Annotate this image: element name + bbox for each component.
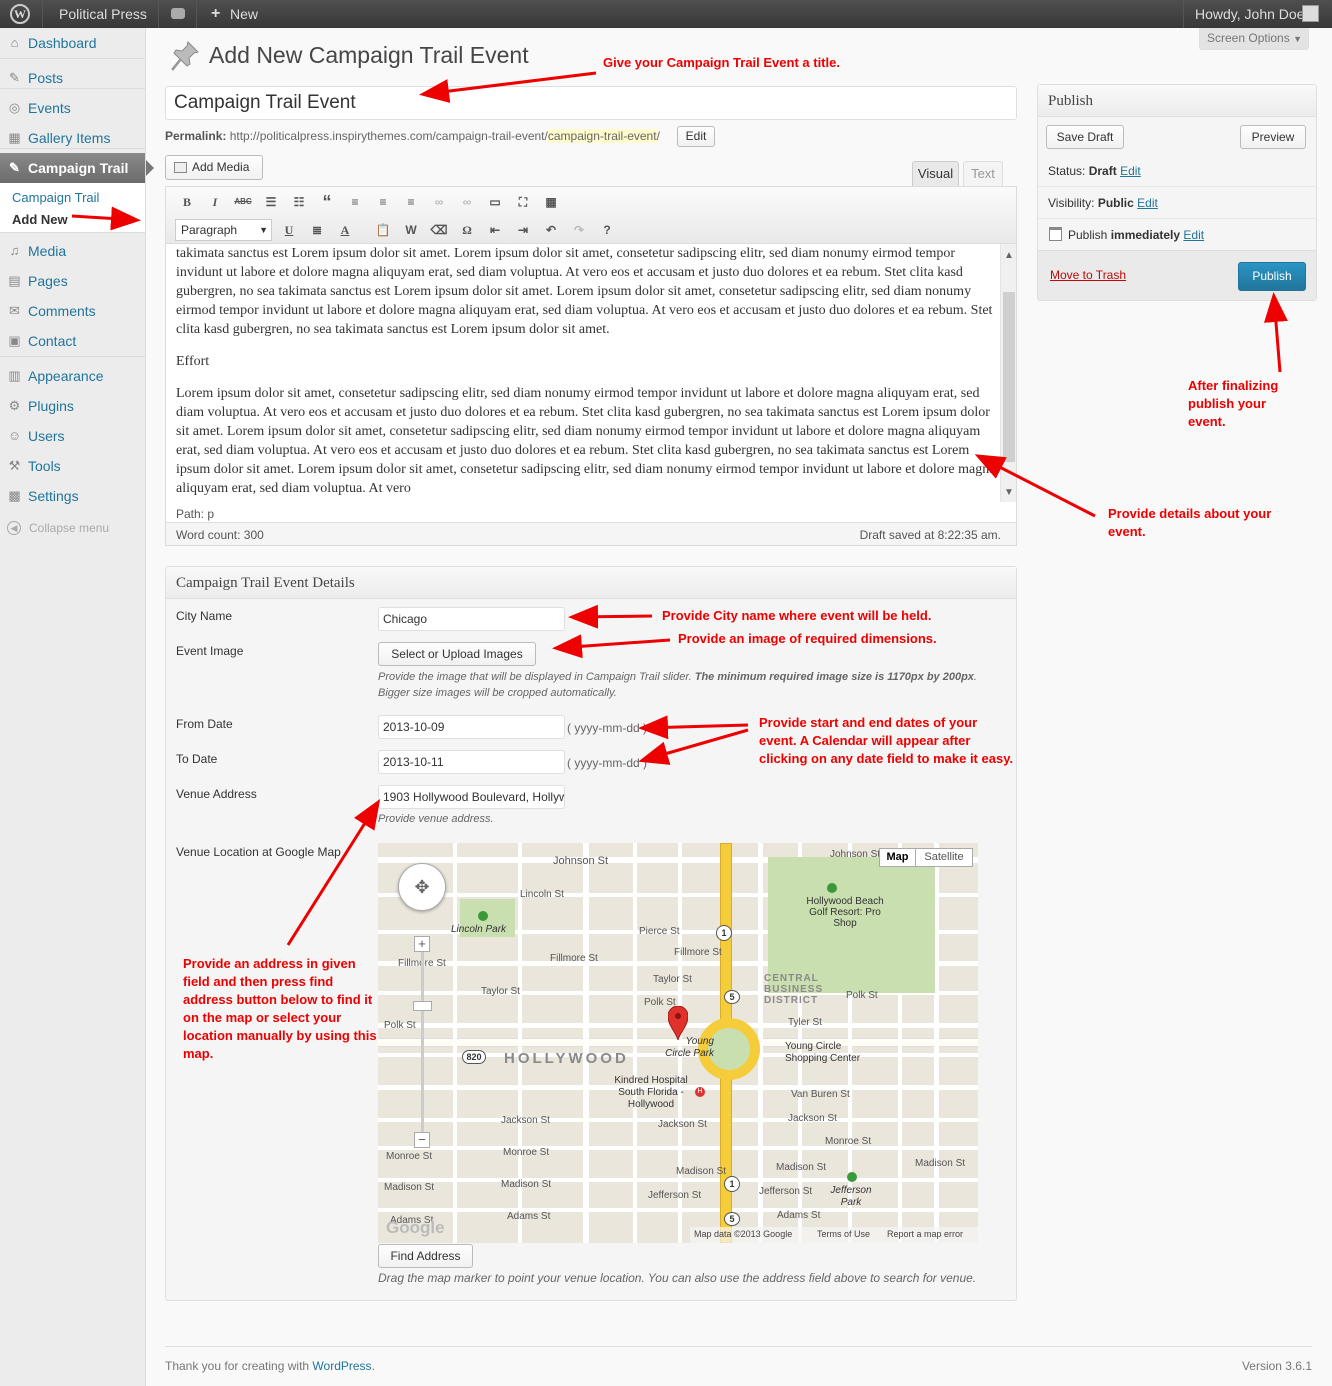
- arrow-city: [568, 604, 653, 629]
- arrow-address: [286, 798, 381, 946]
- arrow-title: [419, 71, 597, 103]
- arrow-from-date: [638, 715, 749, 740]
- arrow-image: [552, 634, 671, 659]
- arrow-publish: [1263, 292, 1288, 373]
- arrow-to-date: [638, 728, 749, 765]
- annotation-arrows: [71, 71, 1288, 946]
- arrow-details: [974, 454, 1096, 518]
- arrow-add-new: [71, 206, 141, 231]
